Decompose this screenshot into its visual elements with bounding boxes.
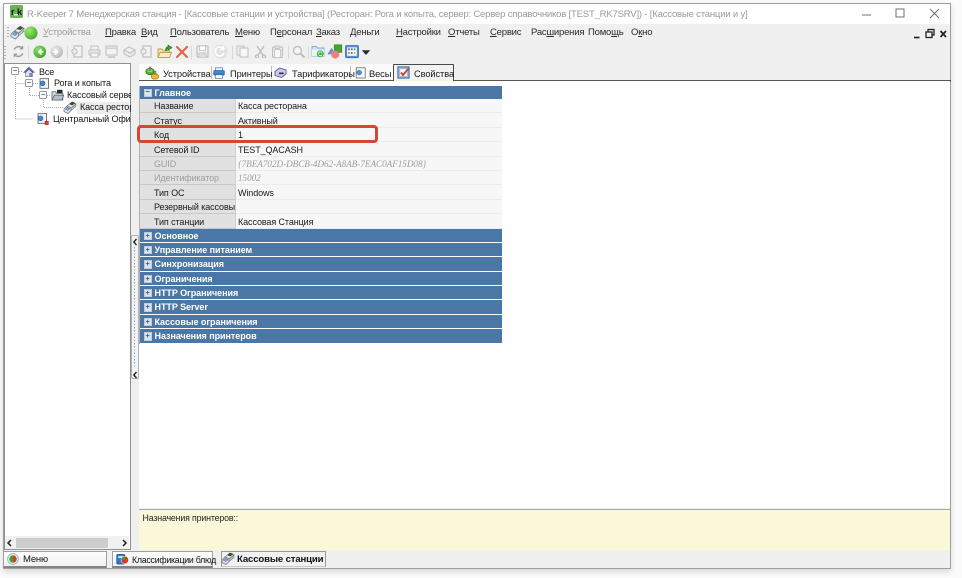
svg-text:r: r: [11, 7, 15, 17]
